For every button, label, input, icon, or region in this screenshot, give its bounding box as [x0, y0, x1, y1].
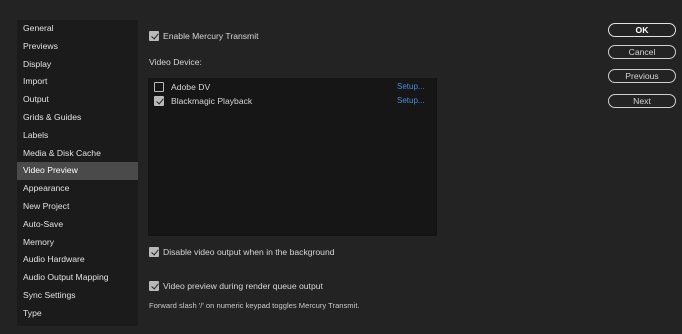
adobe-dv-setup-link[interactable]: Setup...: [397, 82, 425, 91]
blackmagic-playback-setup-link[interactable]: Setup...: [397, 96, 425, 105]
cancel-button[interactable]: Cancel: [608, 45, 676, 59]
sidebar-item-auto-save[interactable]: Auto-Save: [17, 216, 138, 234]
previous-button[interactable]: Previous: [608, 69, 676, 83]
sidebar-item-sync-settings[interactable]: Sync Settings: [17, 287, 138, 305]
render-queue-preview-label: Video preview during render queue output: [163, 281, 323, 291]
enable-mercury-transmit-checkbox[interactable]: [149, 31, 159, 41]
sidebar-item-labels[interactable]: Labels: [17, 127, 138, 145]
render-queue-preview-checkbox[interactable]: [149, 281, 159, 291]
sidebar-item-video-preview[interactable]: Video Preview: [17, 162, 138, 181]
next-button[interactable]: Next: [608, 94, 676, 108]
sidebar-item-import[interactable]: Import: [17, 73, 138, 91]
sidebar-item-appearance[interactable]: Appearance: [17, 180, 138, 198]
sidebar-item-new-project[interactable]: New Project: [17, 198, 138, 216]
video-device-list: Adobe DV Setup... Blackmagic Playback Se…: [148, 78, 437, 236]
ok-button[interactable]: OK: [608, 23, 676, 37]
sidebar-item-output[interactable]: Output: [17, 91, 138, 109]
sidebar-item-general[interactable]: General: [17, 20, 138, 38]
sidebar-item-audio-hardware[interactable]: Audio Hardware: [17, 251, 138, 269]
preferences-sidebar: General Previews Display Import Output G…: [17, 20, 138, 326]
disable-background-checkbox[interactable]: [149, 247, 159, 257]
preferences-dialog: General Previews Display Import Output G…: [0, 0, 682, 334]
sidebar-item-previews[interactable]: Previews: [17, 38, 138, 56]
enable-mercury-transmit-label: Enable Mercury Transmit: [163, 31, 259, 41]
sidebar-item-type[interactable]: Type: [17, 305, 138, 323]
sidebar-item-display[interactable]: Display: [17, 56, 138, 74]
disable-background-label: Disable video output when in the backgro…: [163, 247, 335, 257]
mercury-transmit-note: Forward slash '/' on numeric keypad togg…: [149, 301, 360, 310]
sidebar-item-memory[interactable]: Memory: [17, 234, 138, 252]
sidebar-item-grids-guides[interactable]: Grids & Guides: [17, 109, 138, 127]
blackmagic-playback-checkbox[interactable]: [154, 96, 164, 106]
adobe-dv-checkbox[interactable]: [154, 82, 164, 92]
sidebar-item-media-disk-cache[interactable]: Media & Disk Cache: [17, 145, 138, 163]
sidebar-item-audio-output-mapping[interactable]: Audio Output Mapping: [17, 269, 138, 287]
video-device-label: Video Device:: [149, 57, 202, 67]
video-preview-panel: Enable Mercury Transmit Video Device: Ad…: [138, 20, 596, 326]
device-name-blackmagic-playback: Blackmagic Playback: [171, 96, 253, 106]
device-name-adobe-dv: Adobe DV: [171, 82, 211, 92]
